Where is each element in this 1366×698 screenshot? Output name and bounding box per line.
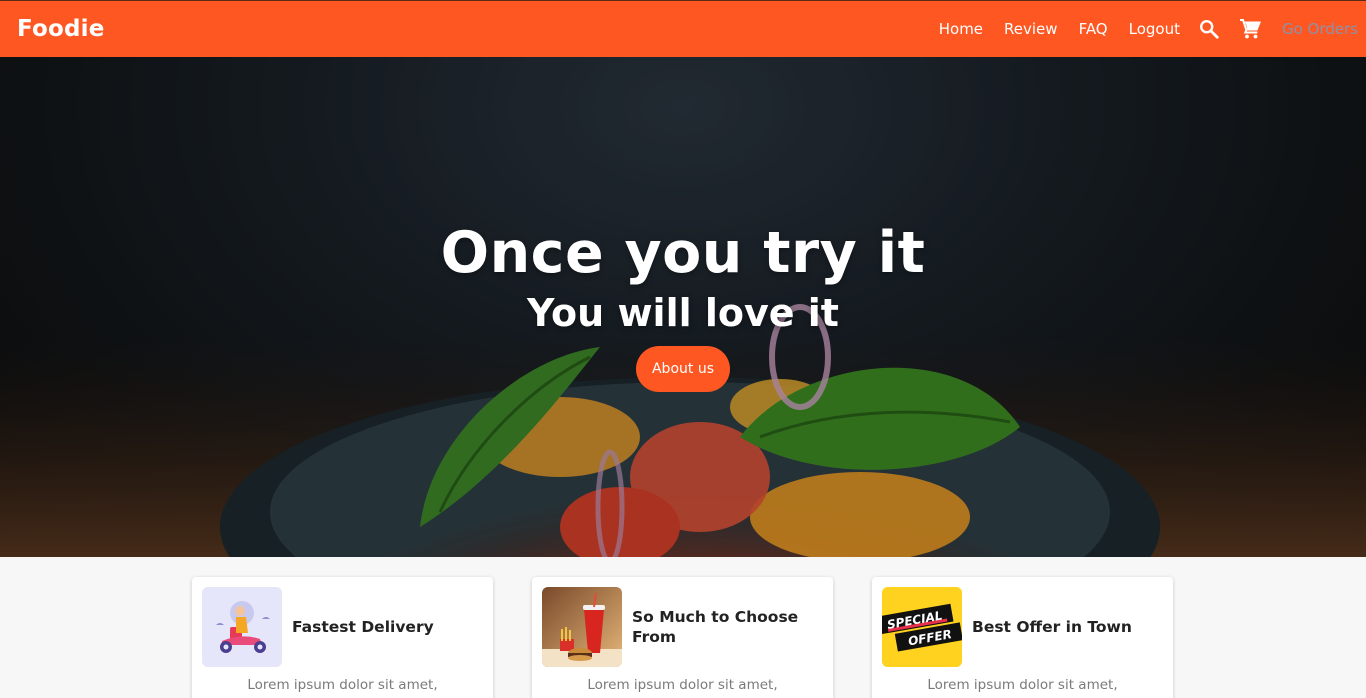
feature-card-offer: SPECIAL OFFER Best Offer in Town Lorem i… <box>872 577 1173 698</box>
feature-text: Lorem ipsum dolor sit amet, <box>247 677 438 693</box>
feature-card-delivery: Fastest Delivery Lorem ipsum dolor sit a… <box>192 577 493 698</box>
nav-link-logout[interactable]: Logout <box>1129 20 1180 38</box>
special-offer-image: SPECIAL OFFER <box>882 587 962 667</box>
hero-title: Once you try it <box>440 220 926 286</box>
brand-logo[interactable]: Foodie <box>17 16 105 42</box>
about-us-button[interactable]: About us <box>636 346 730 392</box>
search-icon[interactable] <box>1198 18 1220 40</box>
feature-text: Lorem ipsum dolor sit amet, <box>927 677 1118 693</box>
feature-title: Best Offer in Town <box>972 618 1132 636</box>
feature-text: Lorem ipsum dolor sit amet, <box>587 677 778 693</box>
cart-icon[interactable] <box>1238 17 1262 41</box>
hero-section: Once you try it You will love it About u… <box>0 57 1366 557</box>
nav-link-review[interactable]: Review <box>1004 20 1058 38</box>
navbar: Foodie Home Review FAQ Logout Go Orders <box>0 0 1366 57</box>
hero-subtitle: You will love it <box>527 291 839 335</box>
nav-menu: Home Review FAQ Logout Go Orders <box>939 1 1358 57</box>
scooter-delivery-image <box>202 587 282 667</box>
features-section: Fastest Delivery Lorem ipsum dolor sit a… <box>0 557 1366 698</box>
nav-link-home[interactable]: Home <box>939 20 983 38</box>
go-orders-link[interactable]: Go Orders <box>1282 20 1358 38</box>
nav-link-faq[interactable]: FAQ <box>1079 20 1108 38</box>
feature-card-choice: So Much to Choose From Lorem ipsum dolor… <box>532 577 833 698</box>
fastfood-image <box>542 587 622 667</box>
feature-title: Fastest Delivery <box>292 618 434 636</box>
feature-title: So Much to Choose From <box>632 608 799 646</box>
